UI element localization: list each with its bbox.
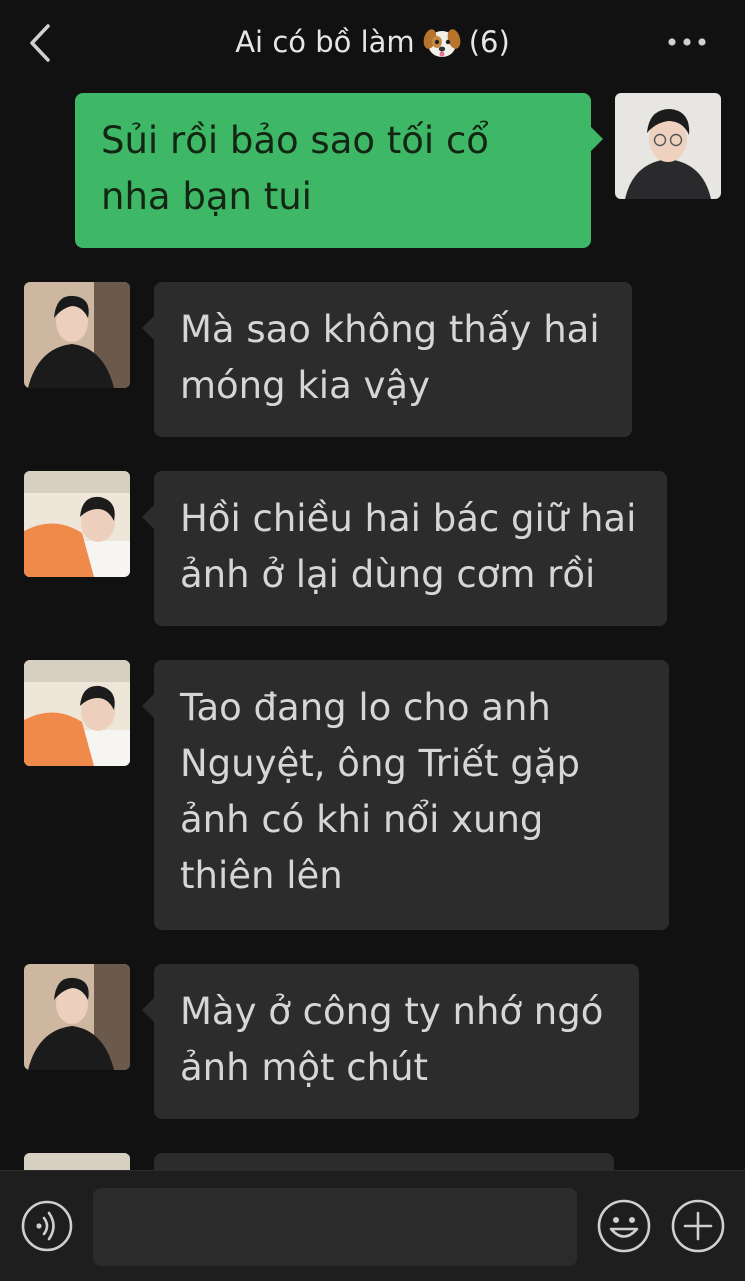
avatar-man-orange-shirt-icon: [24, 471, 130, 577]
voice-button[interactable]: [20, 1199, 74, 1253]
message-input[interactable]: [93, 1188, 577, 1266]
message-bubble-incoming[interactable]: Tao đang lo cho anh Nguyệt, ông Triết gặ…: [142, 660, 669, 930]
plus-icon: [671, 1199, 725, 1253]
message-bubble-outgoing[interactable]: Sủi rồi bảo sao tối cổ nha bạn tui: [75, 93, 603, 248]
more-button[interactable]: [665, 26, 709, 58]
avatar-man-glasses-icon: [615, 93, 721, 199]
avatar-man-black-shirt-icon: [24, 282, 130, 388]
chat-title: Ai có bồ làm (6): [235, 23, 510, 61]
more-dots-icon: [668, 38, 706, 46]
back-button[interactable]: [20, 22, 62, 64]
avatar[interactable]: [24, 660, 130, 766]
dog-emoji-icon: [423, 23, 461, 61]
chevron-left-icon: [30, 24, 50, 62]
voice-icon: [21, 1200, 73, 1252]
avatar-man-black-shirt-icon: [24, 964, 130, 1070]
member-count: (6): [468, 25, 510, 59]
avatar[interactable]: [24, 282, 130, 388]
avatar-man-orange-shirt-icon: [24, 1153, 130, 1170]
plus-button[interactable]: [670, 1198, 726, 1254]
emoji-icon: [597, 1199, 651, 1253]
message-bubble-incoming[interactable]: Hồi chiều hai bác giữ hai ảnh ở lại dùng…: [142, 471, 667, 626]
message-list[interactable]: Sủi rồi bảo sao tối cổ nha bạn tui Mà sa…: [0, 84, 745, 1170]
message-bubble-incoming[interactable]: Mà sao không thấy hai móng kia vậy: [142, 282, 632, 437]
input-bar: [0, 1170, 745, 1281]
message-bubble-incoming[interactable]: [154, 1153, 614, 1170]
avatar[interactable]: [24, 1153, 130, 1170]
group-name: Ai có bồ làm: [235, 25, 415, 59]
avatar-man-orange-shirt-icon: [24, 660, 130, 766]
emoji-button[interactable]: [596, 1198, 652, 1254]
avatar[interactable]: [615, 93, 721, 199]
chat-header: Ai có bồ làm (6): [0, 0, 745, 84]
avatar[interactable]: [24, 471, 130, 577]
avatar[interactable]: [24, 964, 130, 1070]
message-bubble-incoming[interactable]: Mày ở công ty nhớ ngó ảnh một chút: [142, 964, 639, 1119]
